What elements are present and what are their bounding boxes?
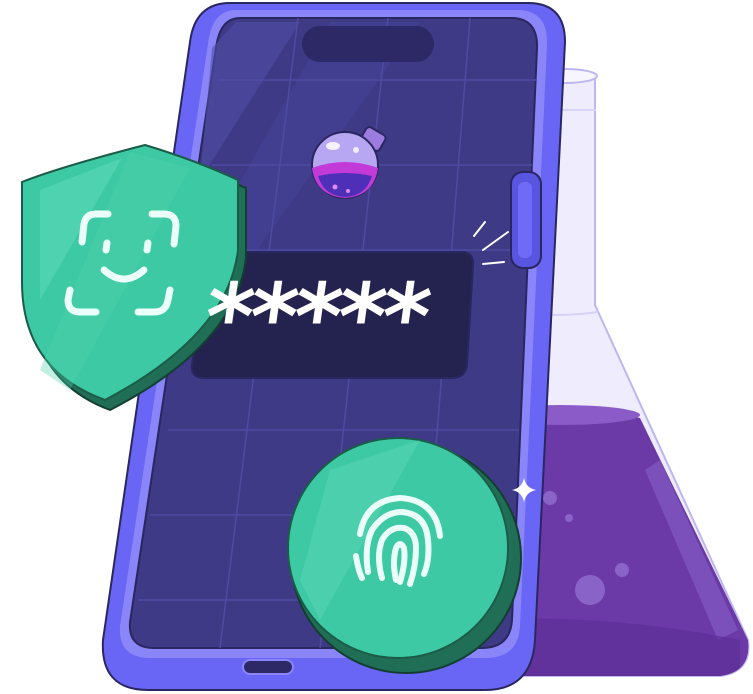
- security-illustration: *****: [0, 0, 753, 694]
- masked-password: *****: [197, 264, 434, 371]
- phone-notch: [302, 26, 434, 62]
- phone-charging-port: [242, 659, 294, 675]
